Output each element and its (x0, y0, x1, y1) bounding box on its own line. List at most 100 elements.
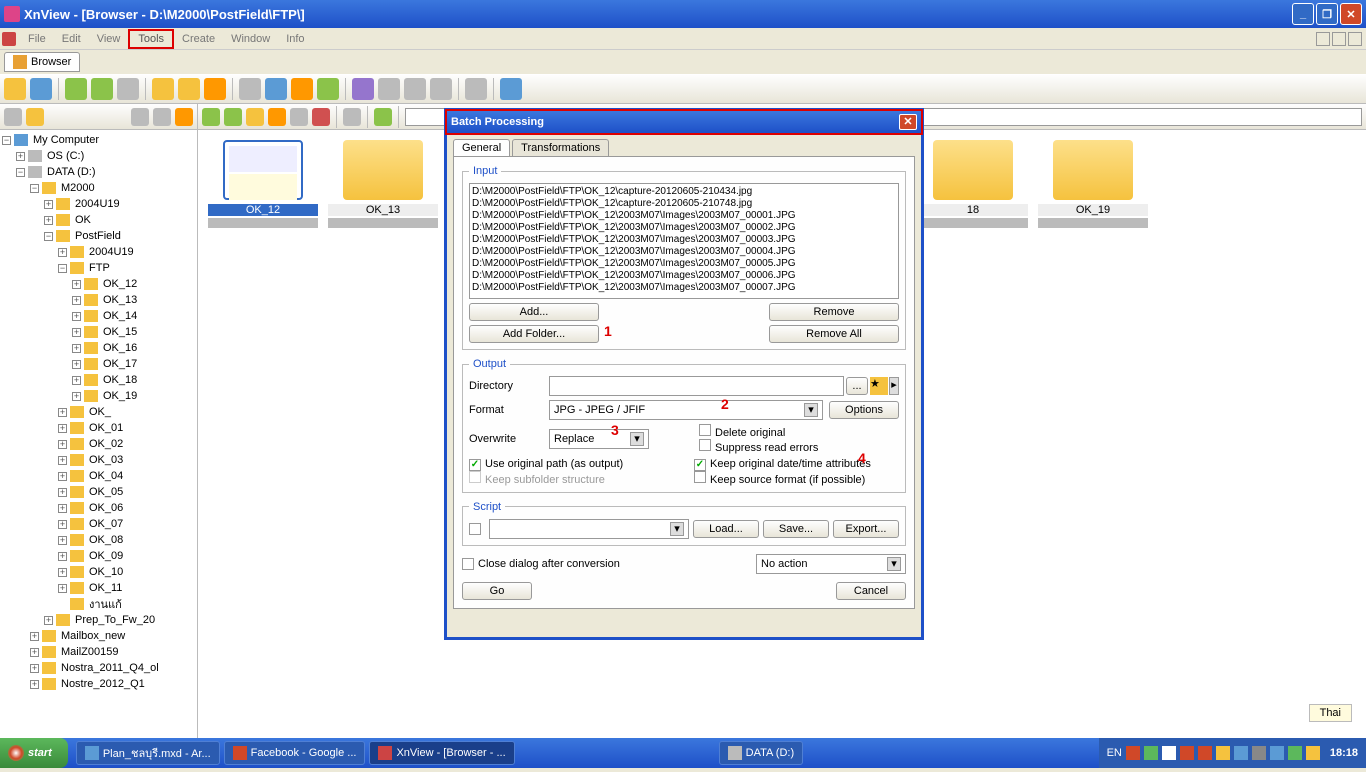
task-plan[interactable]: Plan_ชลบุรี.mxd - Ar... (76, 741, 220, 765)
tree-ngan[interactable]: งานแก้ (87, 595, 124, 613)
tree-nostra[interactable]: Nostra_2011_Q4_ol (59, 662, 161, 674)
tree-prep[interactable]: Prep_To_Fw_20 (73, 614, 157, 626)
tree-ok12[interactable]: OK_12 (101, 278, 139, 290)
list-item[interactable]: D:\M2000\PostField\FTP\OK_12\2003M07\Ima… (472, 258, 896, 270)
tb-up-icon[interactable] (246, 108, 264, 126)
star-icon[interactable]: ★ (870, 377, 888, 395)
list-item[interactable]: D:\M2000\PostField\FTP\OK_12\capture-201… (472, 186, 896, 198)
task-xnview[interactable]: XnView - [Browser - ... (369, 741, 514, 765)
tree-tb-icon[interactable] (4, 108, 22, 126)
mdi-restore-icon[interactable] (1332, 32, 1346, 46)
tree-ok09[interactable]: OK_09 (87, 550, 125, 562)
tree-ok14[interactable]: OK_14 (101, 310, 139, 322)
tree-ok07[interactable]: OK_07 (87, 518, 125, 530)
remove-all-button[interactable]: Remove All (769, 325, 899, 343)
thumb-ok13[interactable]: OK_13 (328, 140, 438, 228)
task-data[interactable]: DATA (D:) (719, 741, 803, 765)
add-button[interactable]: Add... (469, 303, 599, 321)
tb-new-icon[interactable] (268, 108, 286, 126)
clock[interactable]: 18:18 (1330, 747, 1358, 759)
script-checkbox[interactable] (469, 523, 481, 535)
delete-original-check[interactable]: Delete original (699, 424, 818, 439)
tb-thumb-icon[interactable] (378, 78, 400, 100)
tree-mailz[interactable]: MailZ00159 (59, 646, 120, 658)
mdi-min-icon[interactable] (1316, 32, 1330, 46)
tree-pf-2004u19[interactable]: 2004U19 (87, 246, 136, 258)
menu-create[interactable]: Create (174, 31, 223, 47)
tree-tb-icon3[interactable] (131, 108, 149, 126)
tb-fwd-icon[interactable] (224, 108, 242, 126)
directory-input[interactable] (549, 376, 844, 396)
tree-ok[interactable]: OK (73, 214, 93, 226)
menu-view[interactable]: View (89, 31, 129, 47)
tray-icon[interactable] (1216, 746, 1230, 760)
close-button[interactable]: ✕ (1340, 3, 1362, 25)
tb-detail-icon[interactable] (404, 78, 426, 100)
tray-network-icon[interactable] (1270, 746, 1284, 760)
tree-ftp[interactable]: FTP (87, 262, 112, 274)
tree-ok15[interactable]: OK_15 (101, 326, 139, 338)
tb-copy-icon[interactable] (117, 78, 139, 100)
menu-info[interactable]: Info (278, 31, 312, 47)
tree-my-computer[interactable]: My Computer (31, 134, 101, 146)
tree-tb-icon2[interactable] (26, 108, 44, 126)
tray-icon[interactable] (1144, 746, 1158, 760)
tb-gear-icon[interactable] (465, 78, 487, 100)
keep-format-check[interactable]: Keep source format (if possible) (694, 471, 871, 486)
tray-shield-icon[interactable] (1180, 746, 1194, 760)
list-item[interactable]: D:\M2000\PostField\FTP\OK_12\2003M07\Ima… (472, 210, 896, 222)
thumb-18[interactable]: 18 (918, 140, 1028, 228)
tray-lang[interactable]: EN (1107, 747, 1122, 759)
task-facebook[interactable]: Facebook - Google ... (224, 741, 366, 765)
load-button[interactable]: Load... (693, 520, 759, 538)
minimize-button[interactable]: _ (1292, 3, 1314, 25)
dialog-close-icon[interactable]: ✕ (899, 114, 917, 130)
tb-open-icon[interactable] (4, 78, 26, 100)
list-item[interactable]: D:\M2000\PostField\FTP\OK_12\2003M07\Ima… (472, 234, 896, 246)
tree-mbox[interactable]: Mailbox_new (59, 630, 127, 642)
menu-tools[interactable]: Tools (128, 29, 174, 49)
tree-ok19[interactable]: OK_19 (101, 390, 139, 402)
tb-cycle-icon[interactable] (91, 78, 113, 100)
start-button[interactable]: start (0, 738, 68, 768)
list-item[interactable]: D:\M2000\PostField\FTP\OK_12\2003M07\Ima… (472, 270, 896, 282)
list-item[interactable]: D:\M2000\PostField\FTP\OK_12\2003M07\Ima… (472, 222, 896, 234)
mdi-close-icon[interactable] (1348, 32, 1362, 46)
thumb-ok19[interactable]: OK_19 (1038, 140, 1148, 228)
tree-ok06[interactable]: OK_06 (87, 502, 125, 514)
cancel-button[interactable]: Cancel (836, 582, 906, 600)
tree-ok03[interactable]: OK_03 (87, 454, 125, 466)
tb-fit-icon[interactable] (30, 78, 52, 100)
overwrite-select[interactable]: Replace▾ (549, 429, 649, 449)
input-files-list[interactable]: D:\M2000\PostField\FTP\OK_12\capture-201… (469, 183, 899, 299)
save-button[interactable]: Save... (763, 520, 829, 538)
tb-folder-icon[interactable] (152, 78, 174, 100)
tree-m2000[interactable]: M2000 (59, 182, 97, 194)
tree-ok17[interactable]: OK_17 (101, 358, 139, 370)
tree-ok04[interactable]: OK_04 (87, 470, 125, 482)
dialog-titlebar[interactable]: Batch Processing ✕ (447, 111, 921, 133)
tb-binoculars-icon[interactable] (204, 78, 226, 100)
arrow-icon[interactable]: ▸ (889, 377, 899, 395)
tree-ok05[interactable]: OK_05 (87, 486, 125, 498)
browser-tab[interactable]: Browser (4, 52, 80, 72)
browse-button[interactable]: ... (846, 377, 868, 395)
tb-edit-icon[interactable] (290, 108, 308, 126)
noaction-select[interactable]: No action▾ (756, 554, 906, 574)
list-item[interactable]: D:\M2000\PostField\FTP\OK_12\2003M07\Ima… (472, 246, 896, 258)
tb-scan-icon[interactable] (265, 78, 287, 100)
tray-bluetooth-icon[interactable] (1234, 746, 1248, 760)
script-select[interactable]: ▾ (489, 519, 689, 539)
tray-icon[interactable] (1162, 746, 1176, 760)
tree-ok08[interactable]: OK_08 (87, 534, 125, 546)
tray-icon[interactable] (1288, 746, 1302, 760)
tree-postfield[interactable]: PostField (73, 230, 123, 242)
tb-delete-icon[interactable] (312, 108, 330, 126)
tree-os[interactable]: OS (C:) (45, 150, 86, 162)
tree-ok11[interactable]: OK_11 (87, 582, 124, 594)
tb-grid-icon[interactable] (430, 78, 452, 100)
tree-ok01[interactable]: OK_01 (87, 422, 125, 434)
remove-button[interactable]: Remove (769, 303, 899, 321)
tb-convert-icon[interactable] (317, 78, 339, 100)
folder-tree[interactable]: −My Computer +OS (C:) −DATA (D:) −M2000 … (0, 130, 197, 750)
